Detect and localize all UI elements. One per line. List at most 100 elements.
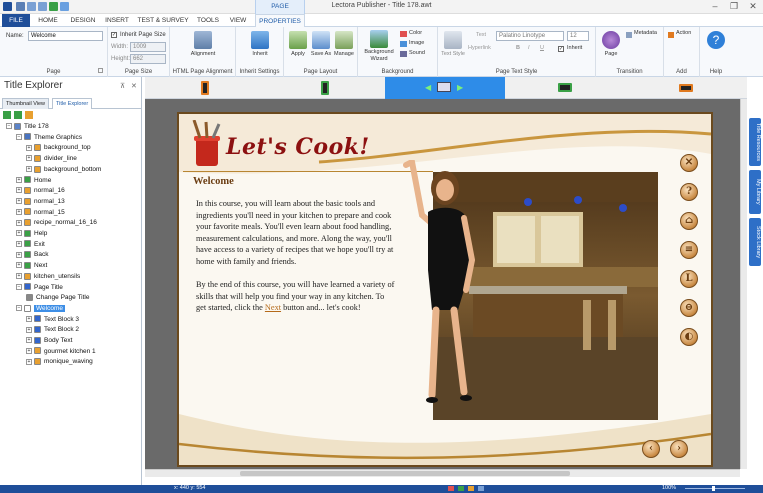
tree-node[interactable]: + divider_line — [26, 154, 77, 164]
inherit-text-checkbox[interactable]: ✓ — [558, 46, 564, 52]
alignment-icon[interactable] — [194, 31, 212, 49]
tree-node[interactable]: − Welcome — [16, 304, 65, 314]
tree-node[interactable]: + background_top — [26, 143, 91, 153]
text-style-icon[interactable] — [444, 31, 462, 49]
height-input[interactable]: 662 — [130, 54, 166, 64]
help-icon[interactable]: ? — [707, 31, 725, 49]
expand-icon[interactable]: + — [26, 144, 32, 151]
home-nav-button[interactable]: ⌂ — [680, 212, 698, 230]
manage-button[interactable]: Manage — [332, 51, 356, 58]
tab-properties[interactable]: PROPERTIES — [255, 14, 305, 27]
expand-all-icon[interactable] — [3, 111, 11, 119]
expand-icon[interactable]: + — [16, 208, 22, 215]
status-icon-4[interactable] — [478, 486, 484, 491]
tree-node[interactable]: + Home — [16, 176, 51, 186]
tree-node[interactable]: + normal_15 — [16, 208, 65, 218]
scroll-thumb[interactable] — [240, 471, 570, 476]
expand-icon[interactable]: + — [16, 251, 22, 258]
collapse-icon[interactable]: − — [6, 123, 12, 130]
recipes-nav-button[interactable]: ⊖ — [680, 299, 698, 317]
inherit-page-size-checkbox[interactable]: ✓ — [111, 32, 117, 38]
inherit-icon[interactable] — [251, 31, 269, 49]
pin-icon[interactable]: ⊼ — [120, 82, 125, 90]
menu-nav-button[interactable]: ≡ — [680, 241, 698, 259]
glossary-nav-button[interactable]: L — [680, 270, 698, 288]
tree-node[interactable]: + Body Text — [26, 336, 72, 346]
expand-icon[interactable]: + — [16, 230, 22, 237]
expand-icon[interactable]: + — [26, 315, 32, 322]
expand-icon[interactable]: + — [16, 240, 22, 247]
tree-node[interactable]: + Next — [16, 261, 47, 271]
bold-button[interactable]: B — [516, 45, 520, 52]
tab-design[interactable]: DESIGN — [66, 14, 100, 27]
tree-node[interactable]: + Help — [16, 229, 47, 239]
expand-icon[interactable]: + — [26, 337, 32, 344]
tree-node[interactable]: + kitchen_utensils — [16, 272, 80, 282]
expand-icon[interactable]: + — [26, 155, 32, 162]
tab-thumbnail-view[interactable]: Thumbnail View — [2, 98, 50, 109]
apply-button[interactable]: Apply — [286, 51, 310, 58]
expand-icon[interactable]: + — [26, 358, 32, 365]
hyperlink-dropdown[interactable]: Hyperlink — [468, 45, 491, 52]
horizontal-scrollbar[interactable] — [145, 469, 740, 477]
device-phone-green[interactable] — [265, 77, 385, 99]
underline-button[interactable]: U — [540, 45, 544, 52]
font-select[interactable]: Palatino Linotype — [496, 31, 564, 41]
page-transition-icon[interactable] — [602, 31, 620, 49]
apply-layout-icon[interactable] — [289, 31, 307, 49]
background-wizard-icon[interactable] — [370, 30, 388, 48]
device-desktop[interactable]: ◀ ▶ — [385, 77, 505, 99]
width-input[interactable]: 1009 — [130, 42, 166, 52]
close-panel-icon[interactable]: ✕ — [131, 82, 137, 90]
next-device-icon[interactable]: ▶ — [457, 83, 463, 92]
collapse-all-icon[interactable] — [14, 111, 22, 119]
tab-file[interactable]: FILE — [2, 14, 30, 27]
text-style-button[interactable]: Text Style — [440, 51, 466, 58]
tree-node[interactable]: + background_bottom — [26, 165, 101, 175]
vertical-scrollbar[interactable] — [740, 99, 747, 469]
zoom-slider[interactable] — [685, 488, 745, 489]
status-icon-1[interactable] — [448, 486, 454, 491]
inherit-button[interactable]: Inherit — [240, 51, 280, 58]
prev-device-icon[interactable]: ◀ — [425, 83, 431, 92]
tab-view[interactable]: VIEW — [224, 14, 252, 27]
expand-icon[interactable]: + — [26, 347, 32, 354]
tab-insert[interactable]: INSERT — [102, 14, 132, 27]
tab-test-survey[interactable]: TEST & SURVEY — [134, 14, 192, 27]
expand-icon[interactable]: + — [16, 219, 22, 226]
sound-button[interactable]: Sound — [409, 50, 425, 57]
device-phone-landscape[interactable] — [625, 77, 747, 99]
next-link[interactable]: Next — [265, 303, 281, 312]
tree-node[interactable]: + normal_16 — [16, 186, 65, 196]
tab-my-library[interactable]: My Library — [749, 170, 761, 214]
italic-button[interactable]: I — [528, 45, 530, 52]
status-icon-2[interactable] — [458, 486, 464, 491]
expand-icon[interactable]: + — [26, 326, 32, 333]
expand-icon[interactable]: + — [16, 187, 22, 194]
tree-node[interactable]: + Back — [16, 250, 48, 260]
tab-stock-library[interactable]: Stock Library — [749, 218, 761, 266]
page-name-input[interactable]: Welcome — [28, 31, 103, 41]
close-window-button[interactable]: ✕ — [746, 1, 760, 13]
exit-nav-button[interactable]: ✕ — [680, 154, 698, 172]
expand-icon[interactable]: + — [26, 166, 32, 173]
font-size-select[interactable]: 12 — [567, 31, 589, 41]
expand-icon[interactable]: + — [16, 176, 22, 183]
device-tablet-landscape[interactable] — [505, 77, 625, 99]
text-dropdown[interactable]: Text — [476, 32, 486, 39]
page-transition-button[interactable]: Page — [598, 51, 624, 58]
tree-node[interactable]: Change Page Title — [26, 293, 89, 303]
expand-icon[interactable]: + — [16, 273, 22, 280]
minimize-button[interactable]: – — [708, 1, 722, 13]
status-icon-3[interactable] — [468, 486, 474, 491]
save-layout-icon[interactable] — [312, 31, 330, 49]
resources-nav-button[interactable]: ◐ — [680, 328, 698, 346]
action-button[interactable]: Action — [676, 30, 691, 37]
metadata-button[interactable]: Metadata — [634, 30, 657, 37]
tree-node[interactable]: + gourmet kitchen 1 — [26, 347, 96, 357]
zoom-slider-thumb[interactable] — [712, 486, 715, 491]
tab-title-explorer[interactable]: Title Explorer — [52, 98, 93, 109]
tab-title-resources[interactable]: Title Resources — [749, 118, 761, 166]
help-nav-button[interactable]: ? — [680, 183, 698, 201]
tree-node[interactable]: + recipe_normal_16_16 — [16, 218, 97, 228]
